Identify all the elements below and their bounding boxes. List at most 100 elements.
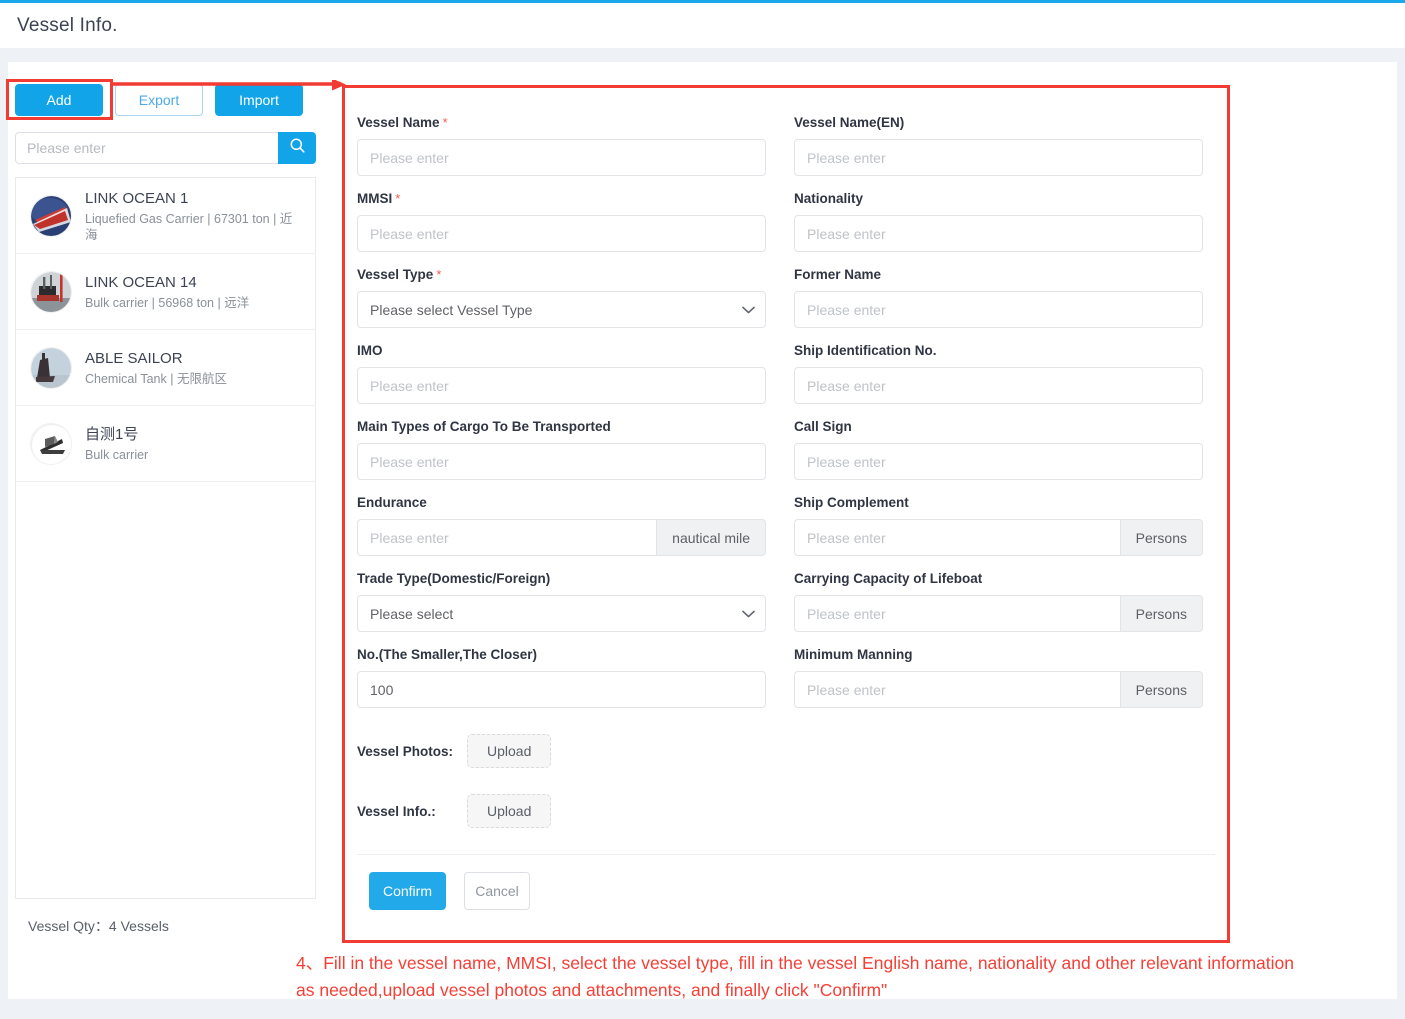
lifeboat-capacity-input[interactable]: [794, 595, 1120, 632]
export-button[interactable]: Export: [115, 84, 203, 116]
import-button-label: Import: [239, 92, 279, 108]
required-marker: *: [436, 267, 442, 282]
vessel-meta: Bulk carrier | 56968 ton | 远洋: [85, 295, 250, 310]
field-nationality: Nationality: [794, 190, 1203, 252]
search-icon: [289, 137, 306, 159]
field-call-sign: Call Sign: [794, 418, 1203, 480]
search-button[interactable]: [278, 132, 316, 164]
vessel-sidebar: Add Export Import Please enter LINK OCEA…: [8, 70, 323, 980]
header-gap: [0, 48, 1405, 62]
label-vessel-name-en: Vessel Name(EN): [794, 115, 905, 130]
label-endurance: Endurance: [357, 495, 427, 510]
page-title: Vessel Info.: [17, 14, 118, 36]
vessel-name-input[interactable]: [357, 139, 766, 176]
ship-complement-input[interactable]: [794, 519, 1120, 556]
field-ship-complement: Ship Complement Persons: [794, 494, 1203, 556]
order-no-input[interactable]: [357, 671, 766, 708]
list-item[interactable]: ABLE SAILOR Chemical Tank | 无限航区: [16, 330, 315, 406]
imo-input[interactable]: [357, 367, 766, 404]
required-marker: *: [395, 191, 401, 206]
nationality-input[interactable]: [794, 215, 1203, 252]
field-vessel-type: Vessel Type * Please select Vessel Type: [357, 266, 766, 328]
search-bar: [15, 132, 316, 164]
field-vessel-name: Vessel Name *: [357, 114, 766, 176]
upload-row-vessel-info: Vessel Info.: Upload: [345, 794, 1227, 828]
field-ship-identification-no: Ship Identification No.: [794, 342, 1203, 404]
vessel-form: Vessel Name* MMSI* Vessel Type* Please s…: [342, 85, 1230, 943]
list-item-text: 自测1号 Bulk carrier: [85, 425, 148, 463]
add-button[interactable]: Add: [15, 84, 103, 116]
label-vessel-info-file: Vessel Info.:: [357, 803, 436, 819]
label-trade-type: Trade Type(Domestic/Foreign): [357, 571, 551, 586]
form-column-right: Vessel Name(EN) Nationality Former Name …: [794, 100, 1203, 708]
vessel-type-select[interactable]: Please select Vessel Type: [357, 291, 766, 328]
label-vessel-photos: Vessel Photos:: [357, 743, 454, 759]
ship-identification-no-input[interactable]: [794, 367, 1203, 404]
call-sign-input[interactable]: [794, 443, 1203, 480]
field-lifeboat-capacity: Carrying Capacity of Lifeboat Persons: [794, 570, 1203, 632]
vessel-qty-value: 4 Vessels: [108, 918, 169, 934]
label-ship-identification-no: Ship Identification No.: [794, 343, 937, 358]
minimum-manning-input[interactable]: [794, 671, 1120, 708]
cancel-button[interactable]: Cancel: [464, 872, 530, 910]
export-button-label: Export: [138, 92, 180, 108]
label-text: Vessel Name: [357, 115, 440, 130]
main-cargo-types-input[interactable]: [357, 443, 766, 480]
label-ship-complement: Ship Complement: [794, 495, 909, 510]
avatar: [30, 194, 72, 237]
former-name-input[interactable]: [794, 291, 1203, 328]
field-order-no: No.(The Smaller,The Closer): [357, 646, 766, 708]
field-main-cargo-types: Main Types of Cargo To Be Transported: [357, 418, 766, 480]
field-imo: IMO: [357, 342, 766, 404]
vessel-photos-upload-button[interactable]: Upload: [467, 734, 552, 768]
label-vessel-type: Vessel Type *: [357, 266, 766, 283]
trade-type-select[interactable]: Please select: [357, 595, 766, 632]
avatar: [30, 346, 72, 389]
vessel-name: 自测1号: [85, 425, 139, 443]
list-item-text: LINK OCEAN 1 Liquefied Gas Carrier | 673…: [85, 189, 301, 243]
label-mmsi: MMSI *: [357, 190, 766, 207]
vessel-name: LINK OCEAN 14: [85, 273, 197, 291]
vessel-list[interactable]: LINK OCEAN 1 Liquefied Gas Carrier | 673…: [15, 177, 316, 899]
vessel-meta: Bulk carrier: [85, 447, 149, 462]
label-text: Vessel Type: [357, 267, 434, 282]
label-minimum-manning: Minimum Manning: [794, 647, 913, 662]
form-divider: [357, 854, 1215, 855]
field-endurance: Endurance nautical mile: [357, 494, 766, 556]
vessel-info-upload-button[interactable]: Upload: [467, 794, 552, 828]
vessel-qty: Vessel Qty：4 Vessels: [28, 916, 323, 936]
label-main-cargo-types: Main Types of Cargo To Be Transported: [357, 419, 611, 434]
list-item-text: ABLE SAILOR Chemical Tank | 无限航区: [85, 349, 227, 387]
label-lifeboat-capacity: Carrying Capacity of Lifeboat: [794, 571, 983, 586]
form-column-left: Vessel Name* MMSI* Vessel Type* Please s…: [357, 100, 766, 708]
list-item[interactable]: LINK OCEAN 1 Liquefied Gas Carrier | 673…: [16, 178, 315, 254]
label-former-name: Former Name: [794, 267, 882, 282]
page-header: Vessel Info.: [0, 3, 1405, 48]
ship-complement-unit: Persons: [1119, 519, 1203, 556]
field-vessel-name-en: Vessel Name(EN): [794, 114, 1203, 176]
label-nationality: Nationality: [794, 191, 864, 206]
upload-button-label: Upload: [487, 803, 532, 819]
vessel-meta: Liquefied Gas Carrier | 67301 ton | 近海: [85, 211, 293, 242]
upload-row-vessel-photos: Vessel Photos: Upload: [345, 734, 1227, 768]
vessel-name-en-input[interactable]: [794, 139, 1203, 176]
field-former-name: Former Name: [794, 266, 1203, 328]
vessel-meta: Chemical Tank | 无限航区: [85, 371, 227, 386]
add-button-label: Add: [46, 92, 72, 108]
list-item-text: LINK OCEAN 14 Bulk carrier | 56968 ton |…: [85, 273, 249, 311]
mmsi-input[interactable]: [357, 215, 766, 252]
endurance-input[interactable]: [357, 519, 657, 556]
search-input[interactable]: [15, 132, 278, 164]
label-vessel-name: Vessel Name *: [357, 114, 766, 131]
minimum-manning-unit: Persons: [1119, 671, 1203, 708]
confirm-button[interactable]: Confirm: [369, 872, 446, 910]
list-item[interactable]: LINK OCEAN 14 Bulk carrier | 56968 ton |…: [16, 254, 315, 330]
endurance-unit: nautical mile: [656, 519, 766, 556]
vessel-name: ABLE SAILOR: [85, 349, 183, 367]
field-mmsi: MMSI *: [357, 190, 766, 252]
app-root: Vessel Info. Add Export Import Please en…: [0, 0, 1405, 1019]
list-item[interactable]: 自测1号 Bulk carrier: [16, 406, 315, 482]
import-button[interactable]: Import: [215, 84, 303, 116]
vessel-name: LINK OCEAN 1: [85, 189, 189, 207]
field-trade-type: Trade Type(Domestic/Foreign) Please sele…: [357, 570, 766, 632]
